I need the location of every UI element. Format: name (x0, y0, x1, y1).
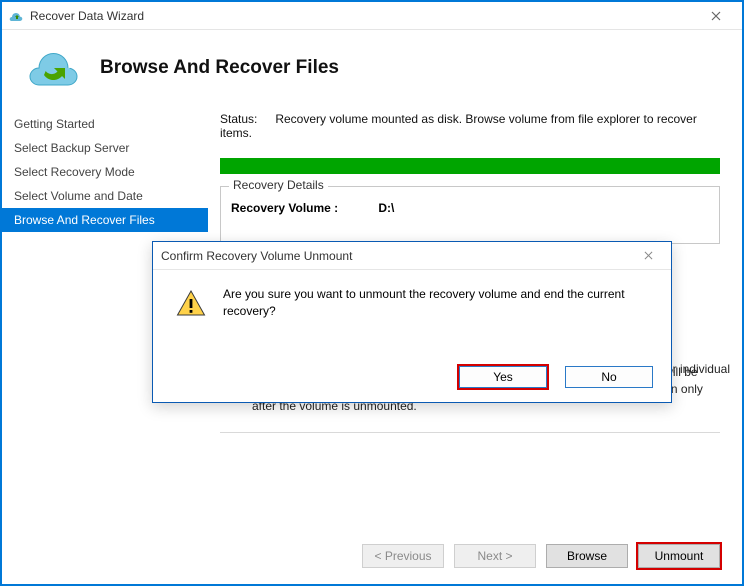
next-button: Next > (454, 544, 536, 568)
sidebar-item-select-volume-date[interactable]: Select Volume and Date (2, 184, 208, 208)
sidebar-item-label: Select Backup Server (14, 141, 129, 155)
status-text: Recovery volume mounted as disk. Browse … (220, 112, 697, 140)
dialog-close-button[interactable] (633, 249, 663, 263)
sidebar-item-browse-recover[interactable]: Browse And Recover Files (2, 208, 208, 232)
dialog-title: Confirm Recovery Volume Unmount (161, 249, 352, 263)
header: Browse And Recover Files (2, 30, 742, 106)
browse-button[interactable]: Browse (546, 544, 628, 568)
warning-icon (175, 288, 207, 320)
dialog-no-button[interactable]: No (565, 366, 653, 388)
sidebar-item-label: Getting Started (14, 117, 95, 131)
progress-bar (220, 158, 720, 174)
window-title: Recover Data Wizard (30, 9, 144, 23)
recovery-volume-row: Recovery Volume : D:\ (231, 201, 709, 215)
wizard-buttons: < Previous Next > Browse Unmount (216, 544, 720, 568)
sidebar-item-label: Select Recovery Mode (14, 165, 135, 179)
confirm-unmount-dialog: Confirm Recovery Volume Unmount Are you … (152, 241, 672, 403)
sidebar-item-select-recovery-mode[interactable]: Select Recovery Mode (2, 160, 208, 184)
recovery-details-group: Recovery Details Recovery Volume : D:\ (220, 186, 720, 244)
wizard-window: Recover Data Wizard Browse And Recover F… (0, 0, 744, 586)
dialog-buttons: Yes No (153, 360, 671, 402)
cloud-sync-icon (20, 40, 84, 90)
sidebar-item-getting-started[interactable]: Getting Started (2, 112, 208, 136)
dialog-body: Are you sure you want to unmount the rec… (153, 270, 671, 360)
dialog-titlebar: Confirm Recovery Volume Unmount (153, 242, 671, 270)
app-icon (8, 8, 24, 24)
status-row: Status: Recovery volume mounted as disk.… (220, 112, 724, 140)
titlebar: Recover Data Wizard (2, 2, 742, 30)
previous-button: < Previous (362, 544, 444, 568)
window-close-button[interactable] (696, 2, 736, 30)
recovery-volume-label: Recovery Volume : (231, 201, 371, 215)
group-title: Recovery Details (229, 178, 328, 192)
unmount-button[interactable]: Unmount (638, 544, 720, 568)
separator (220, 432, 720, 433)
dialog-message: Are you sure you want to unmount the rec… (223, 286, 653, 320)
status-label: Status: (220, 112, 272, 126)
sidebar-item-label: Select Volume and Date (14, 189, 143, 203)
sidebar-item-select-backup-server[interactable]: Select Backup Server (2, 136, 208, 160)
page-title: Browse And Recover Files (100, 57, 339, 79)
recovery-volume-value: D:\ (378, 201, 394, 215)
sidebar-item-label: Browse And Recover Files (14, 213, 155, 227)
dialog-yes-button[interactable]: Yes (459, 366, 547, 388)
